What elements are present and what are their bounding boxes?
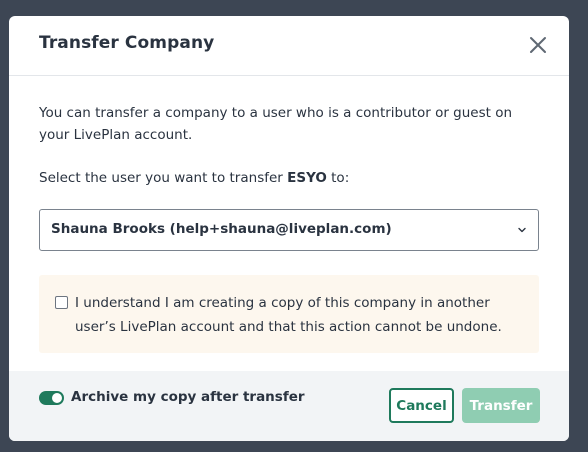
user-select-value: Shauna Brooks (help+shauna@liveplan.com) [51,221,392,237]
company-name: ESYO [287,170,327,186]
dialog-header: Transfer Company [9,16,569,76]
chevron-down-icon [518,227,526,233]
close-icon [530,37,546,53]
confirmation-text[interactable]: I understand I am creating a copy of thi… [75,291,525,339]
dialog-footer: Archive my copy after transfer Cancel Tr… [9,371,569,441]
dialog-description: You can transfer a company to a user who… [39,105,513,143]
select-prompt-suffix: to: [326,170,350,186]
archive-toggle-label[interactable]: Archive my copy after transfer [71,389,305,405]
confirmation-notice: I understand I am creating a copy of thi… [39,275,539,353]
select-user-prompt: Select the user you want to transfer ESY… [39,168,349,188]
close-button[interactable] [527,34,549,56]
select-prompt-text: Select the user you want to transfer [39,170,288,186]
user-select-dropdown[interactable]: Shauna Brooks (help+shauna@liveplan.com) [39,209,539,251]
transfer-company-dialog: Transfer Company You can transfer a comp… [9,16,569,441]
archive-toggle[interactable] [39,391,64,405]
dialog-title: Transfer Company [39,33,215,53]
cancel-button[interactable]: Cancel [389,388,454,423]
toggle-knob [52,393,62,403]
confirmation-checkbox[interactable] [55,296,68,309]
transfer-button[interactable]: Transfer [462,388,540,423]
